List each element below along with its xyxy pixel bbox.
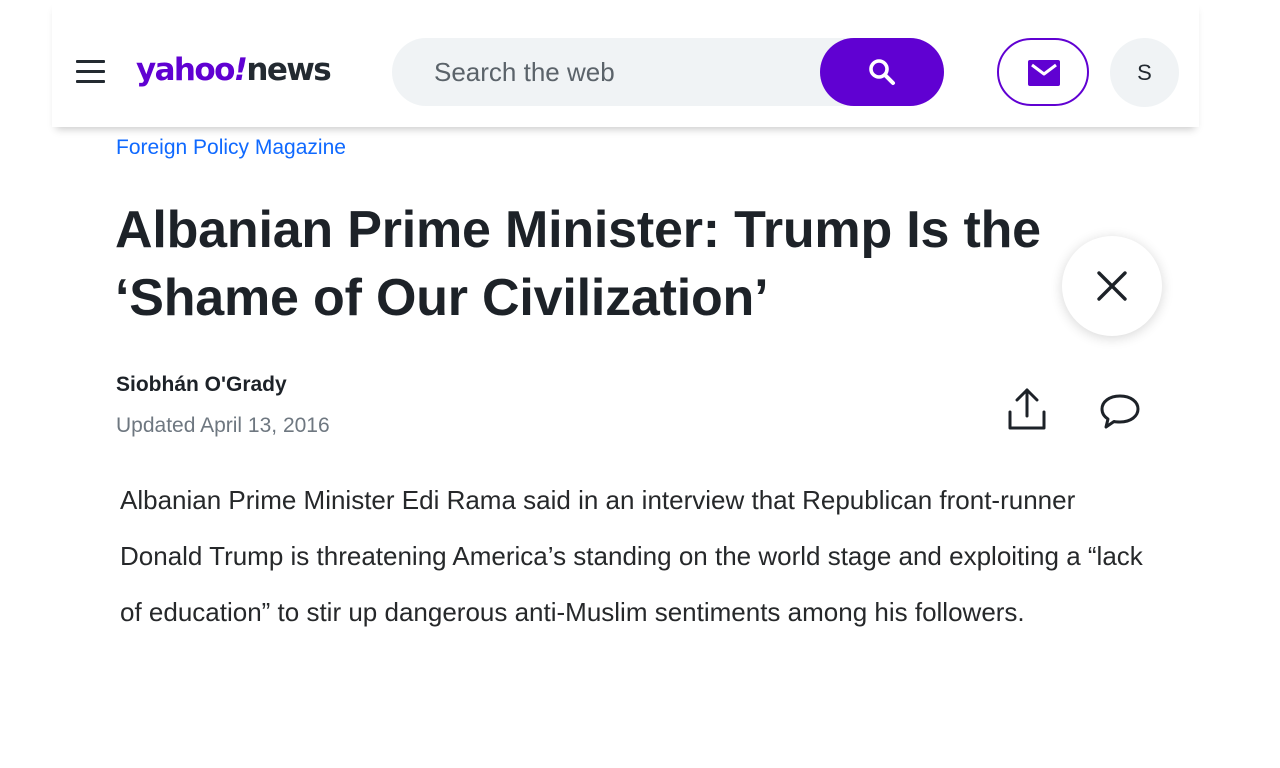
search-input[interactable] xyxy=(392,38,822,106)
yahoo-news-logo[interactable]: yahoo!news xyxy=(136,50,332,90)
search-button[interactable] xyxy=(820,38,944,106)
logo-section: news xyxy=(246,52,331,88)
user-avatar[interactable]: S xyxy=(1110,38,1179,107)
close-button[interactable] xyxy=(1062,236,1162,336)
close-icon xyxy=(1097,271,1127,301)
article-source-link[interactable]: Foreign Policy Magazine xyxy=(116,136,346,160)
menu-bar-bottom xyxy=(76,80,105,83)
envelope-icon xyxy=(1028,60,1060,86)
article-title: Albanian Prime Minister: Trump Is the ‘S… xyxy=(115,201,1041,327)
hamburger-menu-icon[interactable] xyxy=(76,60,105,84)
article-author[interactable]: Siobhán O'Grady xyxy=(116,373,287,397)
search-bar xyxy=(392,38,944,106)
logo-brand: yahoo xyxy=(136,52,235,88)
article-updated-date: Updated April 13, 2016 xyxy=(116,414,330,437)
menu-bar-middle xyxy=(76,70,105,73)
share-icon xyxy=(1008,388,1046,430)
comment-button[interactable] xyxy=(1098,392,1142,432)
top-navigation-bar: yahoo!news S xyxy=(52,0,1199,127)
menu-bar-top xyxy=(76,60,105,63)
article-body-paragraph: Albanian Prime Minister Edi Rama said in… xyxy=(120,485,1143,627)
mail-button[interactable] xyxy=(997,38,1089,106)
magnifier-icon xyxy=(869,59,895,85)
logo-mark: ! xyxy=(233,52,248,88)
comment-icon xyxy=(1100,394,1140,429)
share-button[interactable] xyxy=(1006,386,1048,432)
